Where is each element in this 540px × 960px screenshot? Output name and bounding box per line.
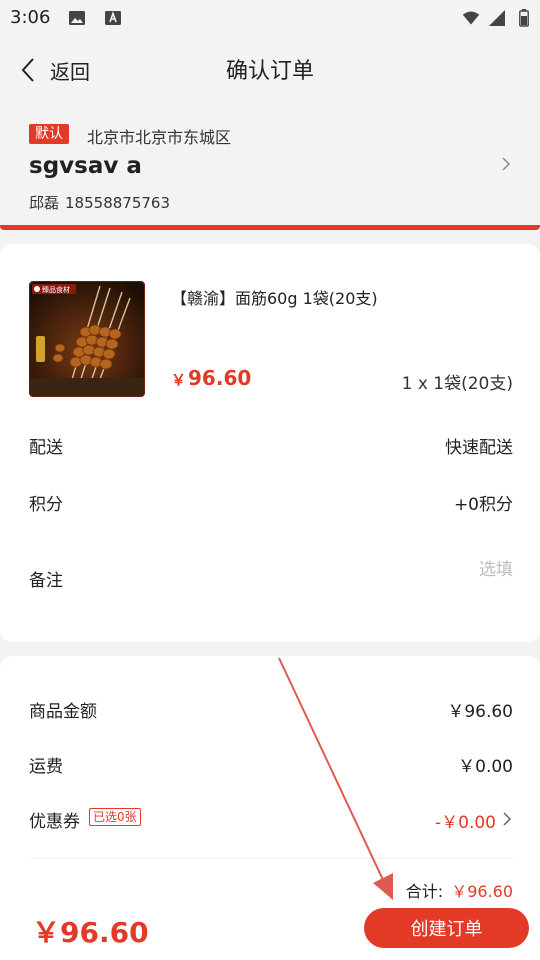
battery-icon: [519, 9, 529, 27]
total-value: ￥96.60: [451, 882, 513, 901]
chevron-right-icon: [502, 157, 511, 171]
create-order-button[interactable]: 创建订单: [364, 908, 529, 948]
product-card: 臻品食材 【赣渝】面筋60g 1袋(20支) ￥ 96.60 1 x 1袋(20支…: [0, 244, 540, 642]
status-bar: 3:06: [0, 0, 540, 36]
address-divider: [0, 225, 540, 230]
photo-icon: [69, 11, 85, 25]
recipient-name: sgvsav a: [29, 153, 142, 179]
note-input[interactable]: 选填: [479, 555, 513, 580]
product-quantity: 1 x 1袋(20支): [401, 374, 513, 394]
wifi-icon: [462, 11, 480, 25]
coupon-value[interactable]: -￥0.00: [435, 808, 496, 833]
page-title: 确认订单: [225, 59, 314, 84]
thumb-logo-text: 臻品食材: [42, 285, 70, 294]
default-address-badge: 默认: [29, 124, 69, 144]
points-value: +0积分: [453, 495, 513, 515]
contact-name: 邱磊: [29, 194, 60, 212]
divider: [29, 858, 515, 859]
points-label: 积分: [29, 495, 63, 515]
delivery-label: 配送: [29, 438, 63, 458]
address-region: 北京市北京市东城区: [87, 128, 232, 147]
status-time: 3:06: [10, 7, 51, 28]
coupon-count-badge: 已选0张: [89, 808, 141, 826]
shipping-value: ￥0.00: [458, 757, 513, 777]
nav-bar: 返回 确认订单: [0, 36, 540, 106]
address-card[interactable]: 默认 北京市北京市东城区 sgvsav a 邱磊 18558875763: [0, 108, 540, 226]
bottom-total-price: ￥96.60: [32, 916, 149, 949]
font-a-icon: [105, 11, 121, 25]
contact-phone: 18558875763: [65, 194, 170, 212]
total-label: 合计:: [405, 882, 444, 901]
total-line: 合计: ￥96.60: [406, 878, 513, 902]
chevron-right-icon[interactable]: [502, 811, 512, 827]
product-image[interactable]: 臻品食材: [29, 281, 145, 397]
skewer-image: 臻品食材: [30, 282, 144, 396]
product-price: ￥ 96.60: [171, 366, 252, 390]
note-label: 备注: [29, 571, 63, 591]
signal-icon: [489, 10, 505, 26]
shipping-label: 运费: [29, 757, 63, 777]
delivery-value[interactable]: 快速配送: [445, 433, 513, 458]
goods-amount-value: ￥96.60: [447, 702, 513, 722]
product-name: 【赣渝】面筋60g 1袋(20支): [171, 289, 378, 308]
goods-amount-label: 商品金额: [29, 702, 97, 722]
coupon-label: 优惠券: [29, 812, 80, 832]
contact-line: 邱磊 18558875763: [29, 192, 170, 213]
